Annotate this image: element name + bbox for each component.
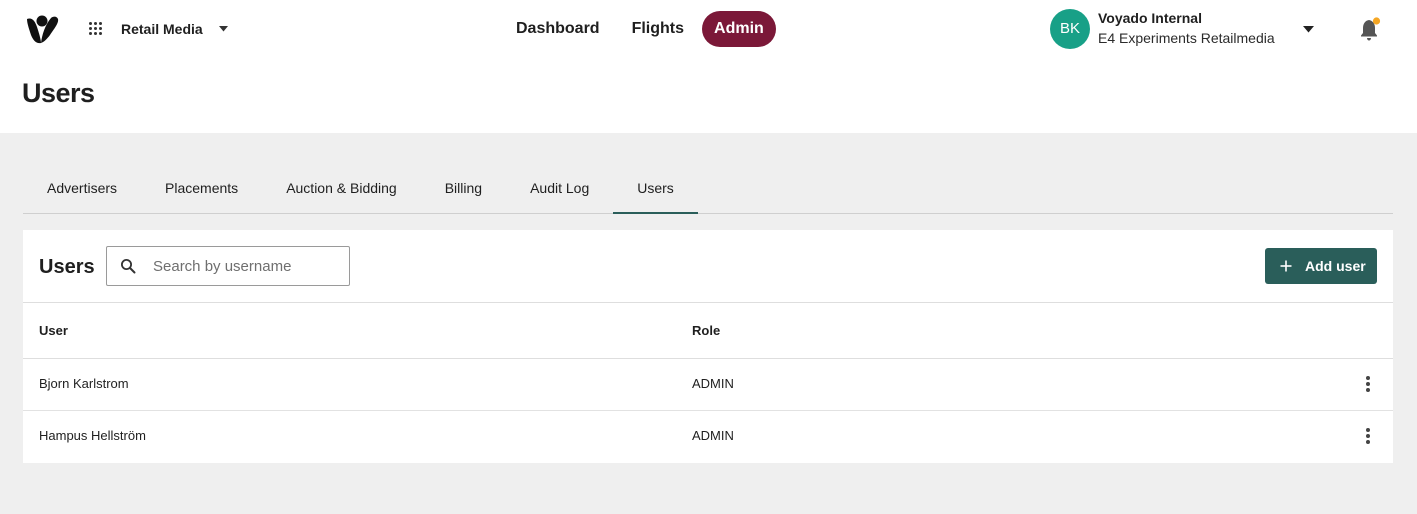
user-name: Bjorn Karlstrom bbox=[39, 376, 129, 391]
tab-users[interactable]: Users bbox=[613, 168, 698, 214]
tab-placements[interactable]: Placements bbox=[141, 168, 262, 213]
search-icon bbox=[121, 259, 136, 274]
nav-admin[interactable]: Admin bbox=[702, 11, 776, 47]
users-card-title: Users bbox=[39, 256, 95, 278]
caret-down-icon[interactable] bbox=[219, 26, 228, 32]
tab-billing[interactable]: Billing bbox=[421, 168, 506, 213]
product-switcher-label[interactable]: Retail Media bbox=[121, 19, 203, 39]
tab-auction-bidding[interactable]: Auction & Bidding bbox=[262, 168, 421, 213]
bell-icon[interactable] bbox=[1359, 17, 1381, 41]
account-name[interactable]: Voyado Internal bbox=[1098, 10, 1202, 27]
nav-flights[interactable]: Flights bbox=[618, 11, 698, 47]
page-title: Users bbox=[22, 78, 95, 108]
column-header-role[interactable]: Role bbox=[692, 322, 720, 340]
apps-grid-icon[interactable] bbox=[89, 22, 103, 36]
add-user-label: Add user bbox=[1305, 258, 1366, 274]
user-name: Hampus Hellström bbox=[39, 428, 146, 443]
top-navbar: Retail Media Dashboard Flights Admin BK … bbox=[0, 0, 1417, 58]
voyado-logo[interactable] bbox=[26, 13, 60, 45]
more-options-icon[interactable] bbox=[1360, 426, 1376, 446]
plus-icon bbox=[1280, 260, 1292, 272]
table-row[interactable]: Hampus Hellström ADMIN bbox=[23, 411, 1393, 463]
account-organization[interactable]: E4 Experiments Retailmedia bbox=[1098, 30, 1275, 47]
admin-tabs: Advertisers Placements Auction & Bidding… bbox=[23, 168, 1393, 214]
account-caret-down-icon[interactable] bbox=[1303, 26, 1314, 33]
table-header: User Role bbox=[23, 302, 1393, 359]
column-header-user[interactable]: User bbox=[39, 322, 68, 340]
nav-dashboard[interactable]: Dashboard bbox=[502, 11, 614, 47]
top-header-area: Retail Media Dashboard Flights Admin BK … bbox=[0, 0, 1417, 133]
user-role: ADMIN bbox=[692, 428, 734, 443]
table-row[interactable]: Bjorn Karlstrom ADMIN bbox=[23, 359, 1393, 411]
users-card: Users Add user User Role Bjorn Karlstrom… bbox=[23, 230, 1393, 463]
user-role: ADMIN bbox=[692, 376, 734, 391]
avatar[interactable]: BK bbox=[1050, 9, 1090, 49]
add-user-button[interactable]: Add user bbox=[1265, 248, 1377, 284]
tab-audit-log[interactable]: Audit Log bbox=[506, 168, 613, 213]
search-input[interactable] bbox=[153, 247, 343, 285]
tab-advertisers[interactable]: Advertisers bbox=[23, 168, 141, 213]
main-navigation: Dashboard Flights Admin bbox=[502, 11, 780, 47]
notification-dot bbox=[1372, 17, 1381, 25]
more-options-icon[interactable] bbox=[1360, 374, 1376, 394]
search-field[interactable] bbox=[106, 246, 350, 286]
